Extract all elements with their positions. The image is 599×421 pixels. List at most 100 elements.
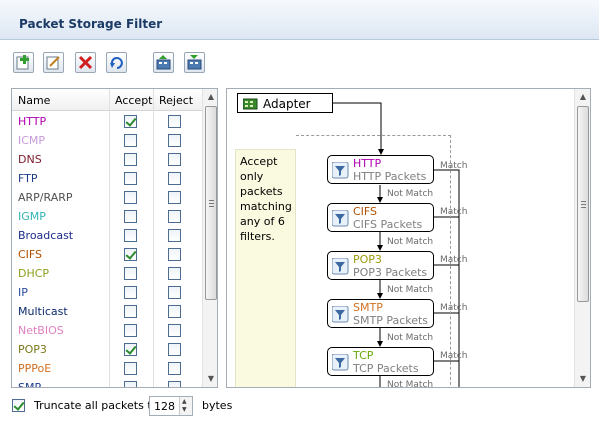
accept-checkbox[interactable] xyxy=(124,267,137,280)
list-item[interactable]: DNS xyxy=(12,150,202,169)
scroll-down-arrow-icon[interactable]: ▼ xyxy=(575,371,590,387)
reject-checkbox[interactable] xyxy=(168,172,181,185)
export-filter-button[interactable] xyxy=(184,52,205,73)
list-item[interactable]: Broadcast xyxy=(12,226,202,245)
list-item-name: DNS xyxy=(18,153,42,166)
not-match-label: Not Match xyxy=(387,333,434,343)
truncate-size-value[interactable]: 128 xyxy=(154,400,175,413)
adapter-node[interactable]: Adapter xyxy=(237,93,333,113)
reject-checkbox[interactable] xyxy=(168,229,181,242)
filter-node-name: TCP xyxy=(353,349,374,362)
scroll-up-arrow-icon[interactable]: ▲ xyxy=(203,89,217,105)
list-item[interactable]: CIFS xyxy=(12,245,202,264)
list-scrollbar[interactable]: ▲ ▼ xyxy=(202,89,217,387)
reject-checkbox[interactable] xyxy=(168,362,181,375)
diagram-scrollbar[interactable]: ▲ ▼ xyxy=(574,89,590,387)
filter-node[interactable]: SMTP SMTP Packets xyxy=(327,299,434,328)
accept-checkbox[interactable] xyxy=(124,210,137,223)
reject-checkbox[interactable] xyxy=(168,153,181,166)
accept-checkbox[interactable] xyxy=(124,362,137,375)
list-item[interactable]: ARP/RARP xyxy=(12,188,202,207)
accept-checkbox[interactable] xyxy=(124,153,137,166)
filter-node-name: SMTP xyxy=(353,301,383,314)
filter-node-name: HTTP xyxy=(353,157,382,170)
not-match-label: Not Match xyxy=(387,380,434,388)
column-header-reject[interactable]: Reject xyxy=(159,94,193,107)
accept-checkbox[interactable] xyxy=(124,324,137,337)
filter-diagram: Adapter Accept only packets matching any of … xyxy=(226,88,591,388)
list-item-name: ARP/RARP xyxy=(18,191,73,204)
spinner-buttons[interactable]: ▲ ▼ xyxy=(179,397,192,415)
list-item[interactable]: IP xyxy=(12,283,202,302)
accept-checkbox[interactable] xyxy=(124,134,137,147)
import-filter-button[interactable] xyxy=(153,52,174,73)
filter-node[interactable]: CIFS CIFS Packets xyxy=(327,203,434,232)
column-header-name[interactable]: Name xyxy=(18,94,50,107)
spin-down-icon[interactable]: ▼ xyxy=(182,406,187,413)
reject-checkbox[interactable] xyxy=(168,248,181,261)
reject-checkbox[interactable] xyxy=(168,305,181,318)
reject-checkbox[interactable] xyxy=(168,267,181,280)
edit-filter-button[interactable] xyxy=(43,52,64,73)
spin-up-icon[interactable]: ▲ xyxy=(182,398,187,405)
list-item-name: SMP xyxy=(18,381,42,388)
reject-checkbox[interactable] xyxy=(168,324,181,337)
list-item[interactable]: ICMP xyxy=(12,131,202,150)
list-item-name: Multicast xyxy=(18,305,68,318)
list-item[interactable]: NetBIOS xyxy=(12,321,202,340)
truncate-size-spinner[interactable]: 128 ▲ ▼ xyxy=(149,396,193,416)
diagram-scroll-thumb[interactable] xyxy=(577,106,589,302)
filter-funnel-icon xyxy=(332,210,349,227)
accept-checkbox[interactable] xyxy=(124,248,137,261)
list-item[interactable]: HTTP xyxy=(12,112,202,131)
add-filter-icon xyxy=(16,55,29,70)
filter-node-name: POP3 xyxy=(353,253,382,266)
filter-node[interactable]: HTTP HTTP Packets xyxy=(327,155,434,184)
list-item[interactable]: SMP xyxy=(12,378,202,388)
not-match-label: Not Match xyxy=(387,189,434,199)
filter-note-line: only xyxy=(240,170,264,183)
accept-checkbox[interactable] xyxy=(124,115,137,128)
accept-checkbox[interactable] xyxy=(124,343,137,356)
panel-title: Packet Storage Filter xyxy=(19,17,163,31)
accept-checkbox[interactable] xyxy=(124,381,137,387)
add-filter-button[interactable] xyxy=(13,52,34,73)
list-item[interactable]: FTP xyxy=(12,169,202,188)
list-item[interactable]: DHCP xyxy=(12,264,202,283)
list-item[interactable]: PPPoE xyxy=(12,359,202,378)
scroll-up-arrow-icon[interactable]: ▲ xyxy=(575,89,590,105)
list-item[interactable]: POP3 xyxy=(12,340,202,359)
adapter-icon xyxy=(243,98,258,110)
match-label: Match xyxy=(440,161,468,171)
list-item[interactable]: IGMP xyxy=(12,207,202,226)
reject-checkbox[interactable] xyxy=(168,210,181,223)
filter-node-description: TCP Packets xyxy=(353,362,419,375)
reject-checkbox[interactable] xyxy=(168,343,181,356)
filter-node[interactable]: TCP TCP Packets xyxy=(327,347,434,376)
reject-checkbox[interactable] xyxy=(168,191,181,204)
adapter-label: Adapter xyxy=(263,97,311,111)
filter-node-description: SMTP Packets xyxy=(353,314,429,327)
truncate-checkbox[interactable] xyxy=(12,399,25,412)
accept-checkbox[interactable] xyxy=(124,305,137,318)
accept-checkbox[interactable] xyxy=(124,191,137,204)
filter-node-description: POP3 Packets xyxy=(353,266,428,279)
refresh-button[interactable] xyxy=(106,52,127,73)
scroll-down-arrow-icon[interactable]: ▼ xyxy=(203,371,217,387)
list-item[interactable]: Multicast xyxy=(12,302,202,321)
accept-checkbox[interactable] xyxy=(124,172,137,185)
accept-checkbox[interactable] xyxy=(124,229,137,242)
reject-checkbox[interactable] xyxy=(168,115,181,128)
reject-checkbox[interactable] xyxy=(168,286,181,299)
list-scroll-thumb[interactable] xyxy=(205,106,217,300)
filter-node-description: HTTP Packets xyxy=(353,170,427,183)
filter-funnel-icon xyxy=(332,162,349,179)
column-header-accept[interactable]: Accept xyxy=(115,94,153,107)
filter-note-line: any of 6 xyxy=(240,215,285,228)
filter-node[interactable]: POP3 POP3 Packets xyxy=(327,251,434,280)
accept-checkbox[interactable] xyxy=(124,286,137,299)
reject-checkbox[interactable] xyxy=(168,381,181,387)
delete-filter-button[interactable] xyxy=(75,52,96,73)
match-label: Match xyxy=(440,207,468,217)
reject-checkbox[interactable] xyxy=(168,134,181,147)
